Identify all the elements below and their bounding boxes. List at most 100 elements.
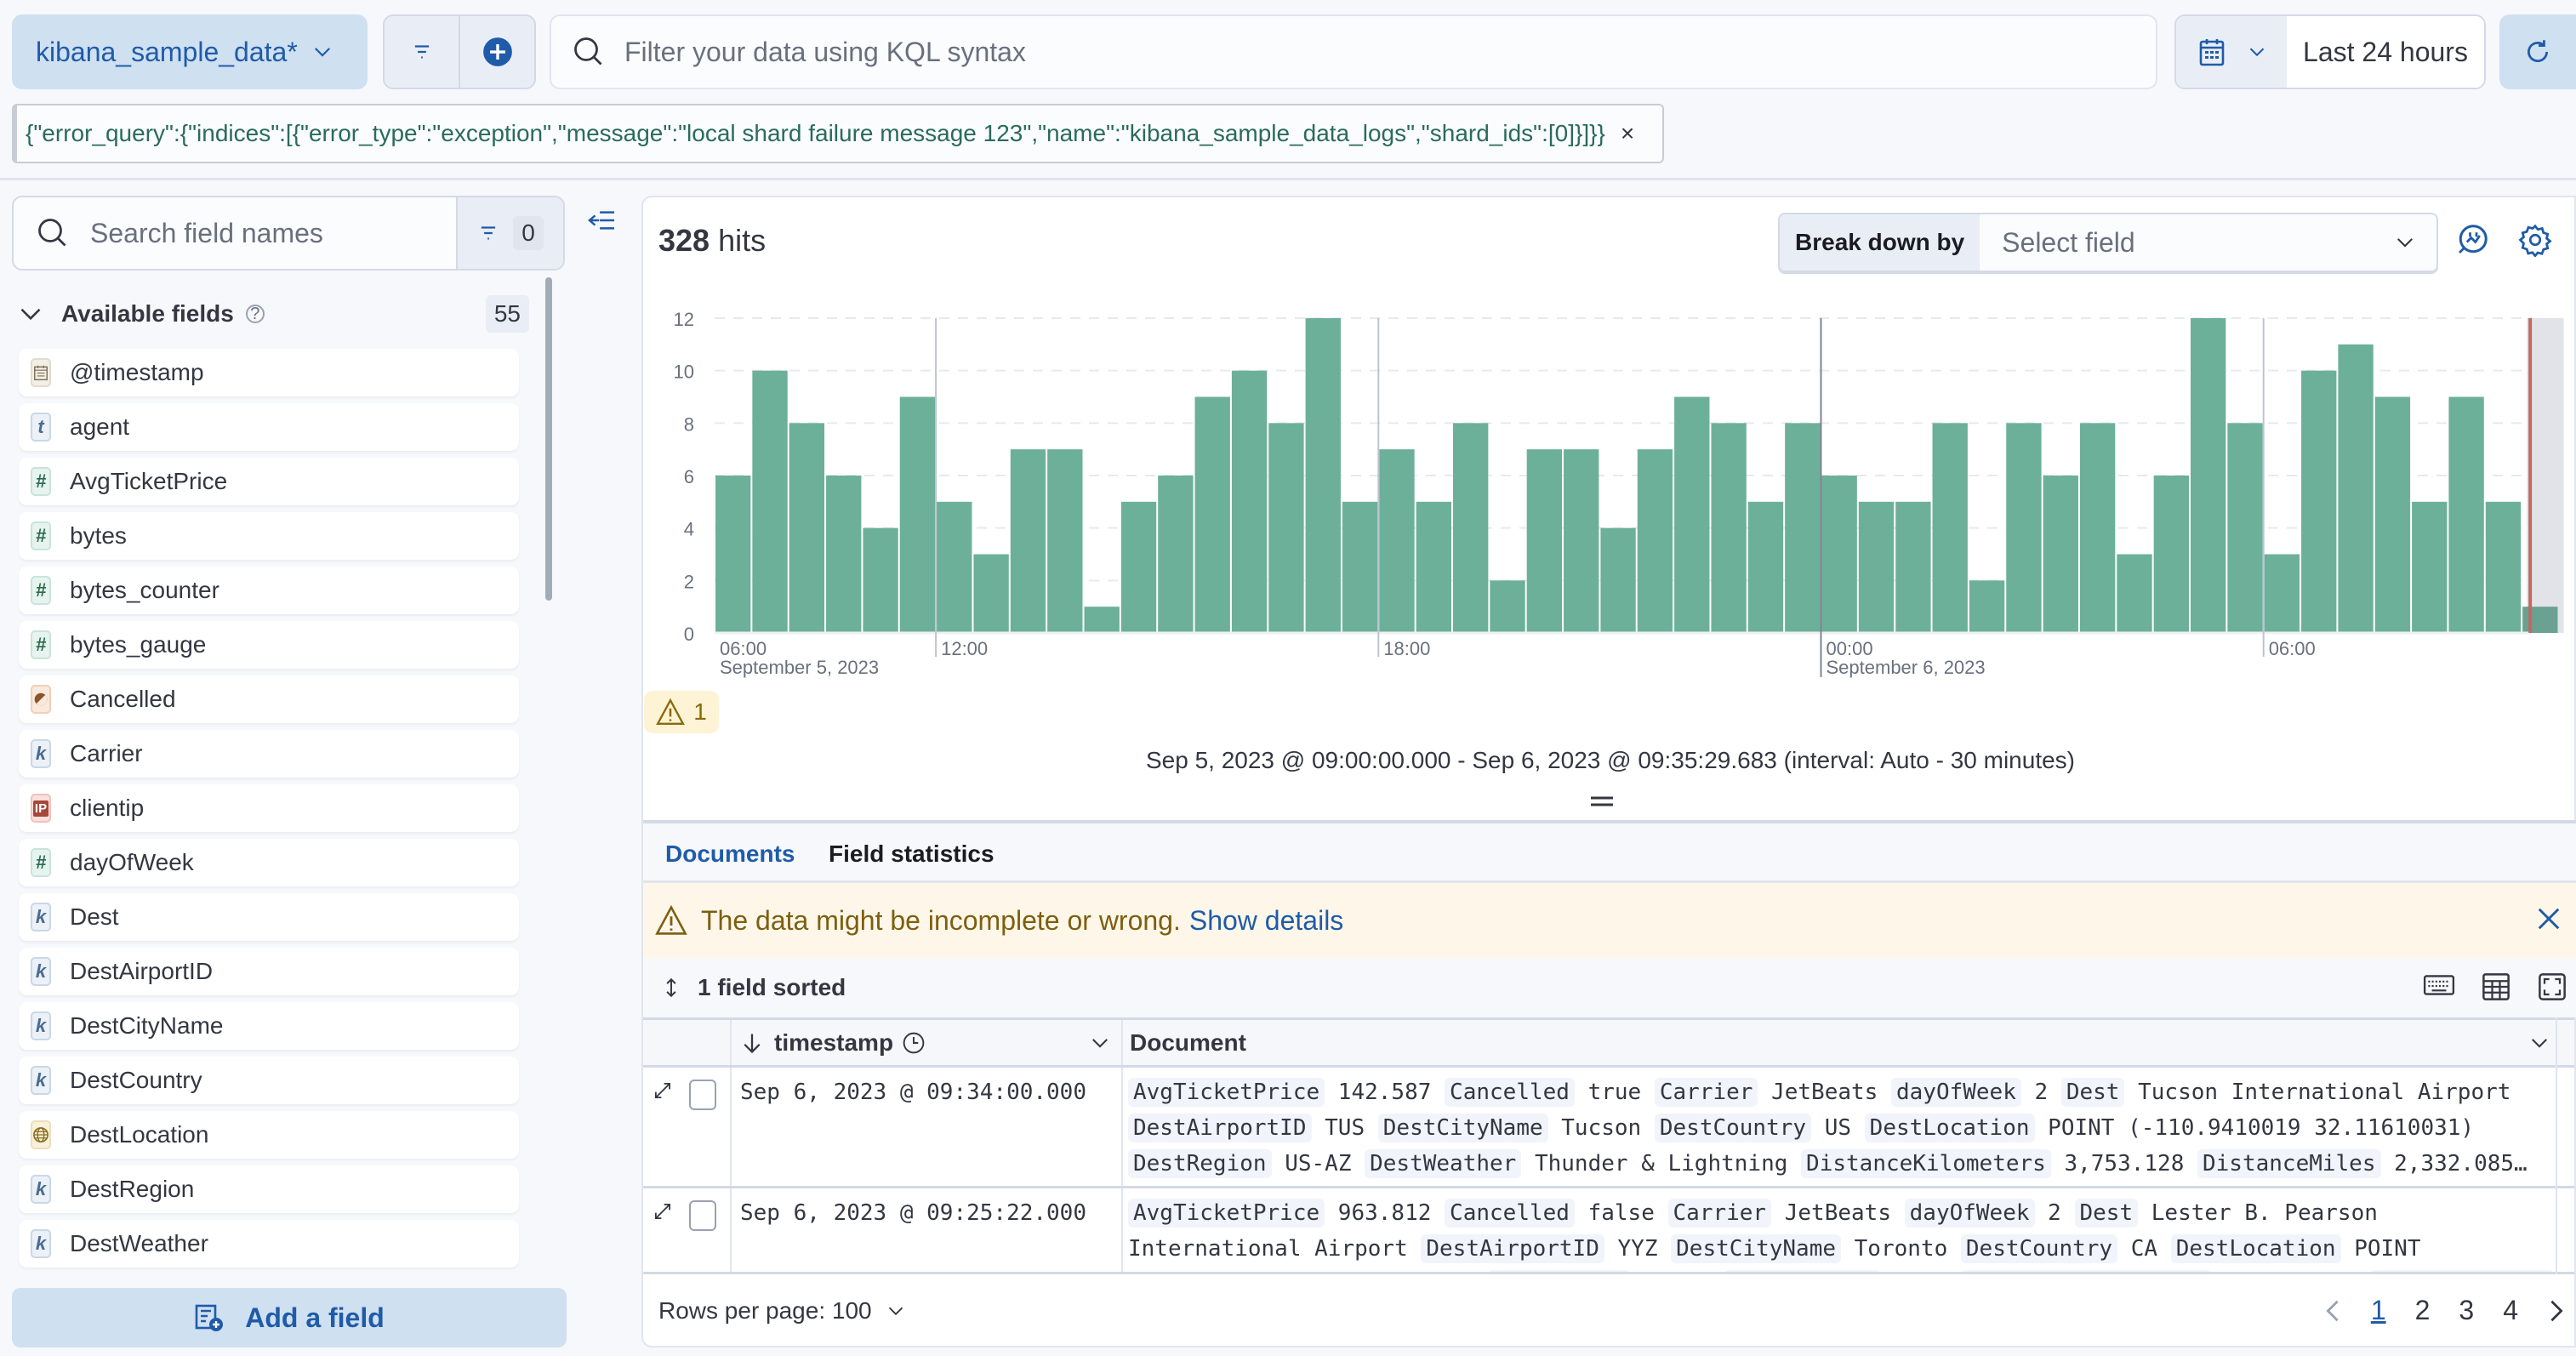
histogram-bar[interactable] bbox=[2191, 318, 2226, 633]
field-item[interactable]: k DestCountry bbox=[19, 1057, 519, 1104]
histogram-bar[interactable] bbox=[1010, 449, 1046, 633]
histogram-bar[interactable] bbox=[1564, 449, 1599, 633]
page-button[interactable]: 1 bbox=[2371, 1295, 2386, 1326]
histogram-bar[interactable] bbox=[1268, 423, 1304, 633]
column-header-timestamp[interactable]: timestamp bbox=[732, 1020, 1123, 1065]
field-item[interactable]: k DestCityName bbox=[19, 1002, 519, 1050]
field-item[interactable]: k DestWeather bbox=[19, 1220, 519, 1268]
histogram-bar[interactable] bbox=[2079, 423, 2116, 633]
remove-filter-icon[interactable]: × bbox=[1621, 120, 1634, 147]
histogram-bar[interactable] bbox=[2301, 370, 2337, 633]
query-bar[interactable] bbox=[550, 14, 2157, 89]
histogram-bar[interactable] bbox=[826, 476, 862, 633]
refresh-button[interactable] bbox=[2499, 14, 2576, 89]
field-item[interactable]: t agent bbox=[19, 403, 519, 451]
histogram-bar[interactable] bbox=[2412, 501, 2448, 633]
histogram-bar[interactable] bbox=[1194, 396, 1230, 634]
add-filter-button[interactable] bbox=[460, 16, 534, 88]
document-cell[interactable]: AvgTicketPrice 142.587 Cancelled true Ca… bbox=[1123, 1068, 2574, 1186]
histogram-bar[interactable] bbox=[1932, 423, 1968, 633]
data-view-picker[interactable]: kibana_sample_data* bbox=[12, 14, 368, 89]
sidebar-scrollbar[interactable] bbox=[545, 277, 552, 601]
histogram-bar[interactable] bbox=[1526, 449, 1563, 633]
histogram-bar[interactable] bbox=[2264, 554, 2300, 634]
tab-documents[interactable]: Documents bbox=[658, 840, 802, 886]
field-item[interactable]: # bytes_counter bbox=[19, 567, 519, 614]
histogram-bar[interactable] bbox=[1084, 607, 1120, 633]
tab-field-statistics[interactable]: Field statistics bbox=[829, 840, 994, 868]
keyboard-icon[interactable] bbox=[2423, 971, 2455, 999]
histogram-bar[interactable] bbox=[1858, 501, 1895, 633]
histogram-bar[interactable] bbox=[1416, 501, 1451, 633]
close-icon[interactable] bbox=[2533, 903, 2564, 934]
column-actions-chevron-icon[interactable] bbox=[1091, 1034, 1109, 1052]
table-row[interactable]: Sep 6, 2023 @ 09:34:00.000 AvgTicketPrice… bbox=[643, 1068, 2574, 1188]
help-icon[interactable]: ? bbox=[245, 305, 265, 323]
histogram-bar[interactable] bbox=[1453, 423, 1489, 633]
histogram-bar[interactable] bbox=[2522, 607, 2558, 633]
histogram-bar[interactable] bbox=[973, 554, 1009, 634]
visualize-icon[interactable] bbox=[2455, 223, 2489, 257]
field-item[interactable]: Cancelled bbox=[19, 675, 519, 723]
histogram-bar[interactable] bbox=[1047, 449, 1083, 633]
chart-warning-badge[interactable]: 1 bbox=[644, 691, 719, 733]
document-cell[interactable]: AvgTicketPrice 963.812 Cancelled false C… bbox=[1123, 1188, 2574, 1272]
quick-select-button[interactable] bbox=[2176, 16, 2287, 88]
histogram-bar[interactable] bbox=[2227, 423, 2263, 633]
grid-vertical-scrollbar[interactable] bbox=[2556, 1017, 2574, 1274]
histogram-bar[interactable] bbox=[2485, 501, 2522, 633]
histogram-bar[interactable] bbox=[2338, 344, 2374, 633]
histogram-bar[interactable] bbox=[1379, 449, 1415, 633]
field-item[interactable]: # bytes bbox=[19, 512, 519, 560]
histogram-bar[interactable] bbox=[937, 501, 972, 633]
histogram-bar[interactable] bbox=[2117, 554, 2152, 634]
expand-row-icon[interactable] bbox=[652, 1080, 674, 1102]
histogram-bar[interactable] bbox=[1747, 501, 1784, 633]
histogram-bar[interactable] bbox=[789, 423, 825, 633]
field-search-input[interactable] bbox=[90, 217, 430, 249]
timestamp-cell[interactable]: Sep 6, 2023 @ 09:25:22.000 bbox=[732, 1188, 1123, 1272]
density-icon[interactable] bbox=[2481, 971, 2511, 1002]
histogram-bar[interactable] bbox=[1490, 580, 1525, 633]
histogram-bar[interactable] bbox=[899, 396, 936, 634]
breakdown-field-select[interactable]: Break down by Select field bbox=[1778, 213, 2438, 272]
next-page-icon[interactable] bbox=[2547, 1298, 2566, 1324]
histogram-bar[interactable] bbox=[752, 370, 788, 633]
page-button[interactable]: 4 bbox=[2503, 1295, 2518, 1326]
field-item[interactable]: @timestamp bbox=[19, 349, 519, 396]
histogram-bar[interactable] bbox=[1158, 476, 1194, 633]
histogram-bar[interactable] bbox=[2006, 423, 2042, 633]
histogram-bar[interactable] bbox=[715, 476, 751, 633]
histogram-bar[interactable] bbox=[1600, 527, 1636, 633]
show-details-link[interactable]: Show details bbox=[1189, 905, 1343, 937]
fullscreen-icon[interactable] bbox=[2537, 971, 2567, 1002]
field-item[interactable]: # bytes_gauge bbox=[19, 621, 519, 669]
add-field-button[interactable]: Add a field bbox=[12, 1288, 567, 1347]
row-select-checkbox[interactable] bbox=[689, 1080, 716, 1110]
histogram-bar[interactable] bbox=[2374, 396, 2411, 634]
chevron-down-icon[interactable] bbox=[887, 1302, 904, 1319]
collapse-sidebar-button[interactable] bbox=[587, 208, 616, 237]
page-button[interactable]: 3 bbox=[2459, 1295, 2474, 1326]
resize-handle-icon[interactable] bbox=[1589, 793, 1615, 810]
field-item[interactable]: # AvgTicketPrice bbox=[19, 458, 519, 505]
histogram-bar[interactable] bbox=[1821, 476, 1857, 633]
time-range-label[interactable]: Last 24 hours bbox=[2287, 16, 2484, 88]
histogram-bar[interactable] bbox=[1711, 423, 1747, 633]
field-item[interactable]: DestLocation bbox=[19, 1111, 519, 1159]
column-actions-chevron-icon[interactable] bbox=[2530, 1034, 2549, 1052]
breakdown-select[interactable]: Select field bbox=[1980, 214, 2436, 271]
histogram-bar[interactable] bbox=[1120, 501, 1157, 633]
histogram-bar[interactable] bbox=[1895, 501, 1931, 633]
table-row[interactable]: Sep 6, 2023 @ 09:25:22.000 AvgTicketPrice… bbox=[643, 1188, 2574, 1272]
field-type-filter-button[interactable]: 0 bbox=[456, 197, 563, 269]
column-header-document[interactable]: Document bbox=[1123, 1020, 2574, 1065]
filter-menu-button[interactable] bbox=[385, 16, 460, 88]
field-item[interactable]: k DestAirportID bbox=[19, 948, 519, 995]
histogram-bar[interactable] bbox=[1674, 396, 1710, 634]
filter-pill[interactable]: {"error_query":{"indices":[{"error_type"… bbox=[12, 104, 1664, 163]
histogram-chart[interactable]: 0 2 4 6 8 10 12 06:00 September 5, 2023 12:00 18:0… bbox=[643, 291, 2576, 691]
field-item[interactable]: k Dest bbox=[19, 893, 519, 941]
histogram-bar[interactable] bbox=[1305, 318, 1341, 633]
sorted-fields-button[interactable]: 1 field sorted bbox=[698, 974, 846, 1001]
